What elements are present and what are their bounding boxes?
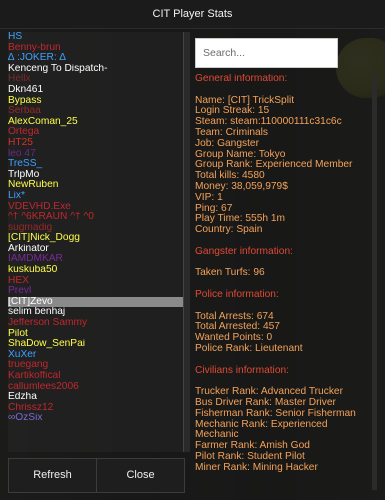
player-list-item[interactable]: ∞OzSix	[8, 413, 183, 424]
player-list-item[interactable]: HS	[8, 32, 183, 43]
player-list-item[interactable]: selim benhaj	[8, 307, 183, 318]
player-list-item[interactable]: TreSS_	[8, 159, 183, 170]
player-list-item[interactable]: [CIT]Nick_Dogg	[8, 233, 183, 244]
player-list-item[interactable]: truegang	[8, 360, 183, 371]
general-stat-line: Job: Gangster	[195, 137, 259, 149]
stats-panel: General information: Name: [CIT] TrickSp…	[195, 74, 365, 486]
player-list-item[interactable]: Serbaa	[8, 106, 183, 117]
player-list-item[interactable]: ∆ :JOKER: ∆	[8, 53, 183, 64]
player-list-item[interactable]: Lix*	[8, 191, 183, 202]
civilians-stat-line: Miner Rank: Mining Hacker	[195, 461, 318, 473]
player-list-item[interactable]: ShaDow_SenPai	[8, 339, 183, 350]
player-list-item[interactable]: Ortega	[8, 127, 183, 138]
player-list-item[interactable]: [CIT]Zevo	[8, 296, 183, 308]
player-list-item[interactable]: callumlees2006	[8, 382, 183, 393]
police-stat-line: Police Rank: Lieutenant	[195, 342, 303, 354]
general-stat-line: VIP: 1	[195, 191, 223, 203]
player-list-item[interactable]: Kenceng To Dispatch-	[8, 64, 183, 75]
player-list-item[interactable]: HEX	[8, 276, 183, 287]
player-list-item[interactable]: Jefferson Sammy	[8, 318, 183, 329]
civilians-stat-line: Fisherman Rank: Senior Fisherman	[195, 407, 356, 419]
gangster-stat-line: Taken Turfs: 96	[195, 267, 265, 279]
player-list[interactable]: HS Benny-brun ∆ :JOKER: ∆ Kenceng To Dispat…	[8, 32, 184, 452]
player-list-item[interactable]: XuXer	[8, 350, 183, 361]
player-list-item[interactable]: sugmadig	[8, 223, 183, 234]
player-list-item[interactable]: ^† ^6KRAUN ^† ^0	[8, 212, 183, 223]
search-input[interactable]: Search...	[195, 38, 338, 68]
player-list-item[interactable]: Benny-brun	[8, 43, 183, 54]
player-list-item[interactable]: Arkinator	[8, 244, 183, 255]
player-stats-window: CIT Player Stats HS Benny-brun ∆ :JOKER: ∆…	[0, 0, 385, 500]
player-list-item[interactable]: NewRuben	[8, 180, 183, 191]
refresh-button[interactable]: Refresh	[8, 458, 97, 493]
close-button[interactable]: Close	[96, 458, 185, 493]
player-list-item[interactable]: AlexComan_25	[8, 117, 183, 128]
general-stat-line: Country: Spain	[195, 224, 263, 236]
general-header: General information:	[195, 74, 288, 84]
player-list-item[interactable]: Prevl	[8, 286, 183, 297]
player-list-item[interactable]: Kartikoffical	[8, 371, 183, 382]
police-header: Police information:	[195, 288, 279, 300]
gangster-header: Gangster information:	[195, 245, 293, 257]
player-list-item[interactable]: leo 47	[8, 149, 183, 160]
player-list-item[interactable]: HT25	[8, 138, 183, 149]
player-list-item[interactable]: Dkn461	[8, 85, 183, 96]
player-list-scrollbar[interactable]	[184, 32, 190, 452]
player-list-item[interactable]: Pilot	[8, 329, 183, 340]
player-list-item[interactable]: Edzha	[8, 392, 183, 403]
player-list-item[interactable]: Bypass	[8, 96, 183, 107]
civilians-header: Civilians information:	[195, 364, 289, 376]
player-list-item[interactable]: VDEVHD.Exe	[8, 202, 183, 213]
player-list-item[interactable]: Hellx	[8, 74, 183, 85]
player-list-item[interactable]: kuskuba50	[8, 265, 183, 276]
stats-scrollbar[interactable]	[372, 74, 377, 490]
player-list-item[interactable]: TrlpMo	[8, 170, 183, 181]
player-list-item[interactable]: IAMDMKAR	[8, 254, 183, 265]
player-list-item[interactable]: Chrissz12	[8, 403, 183, 414]
window-title: CIT Player Stats	[0, 0, 385, 29]
